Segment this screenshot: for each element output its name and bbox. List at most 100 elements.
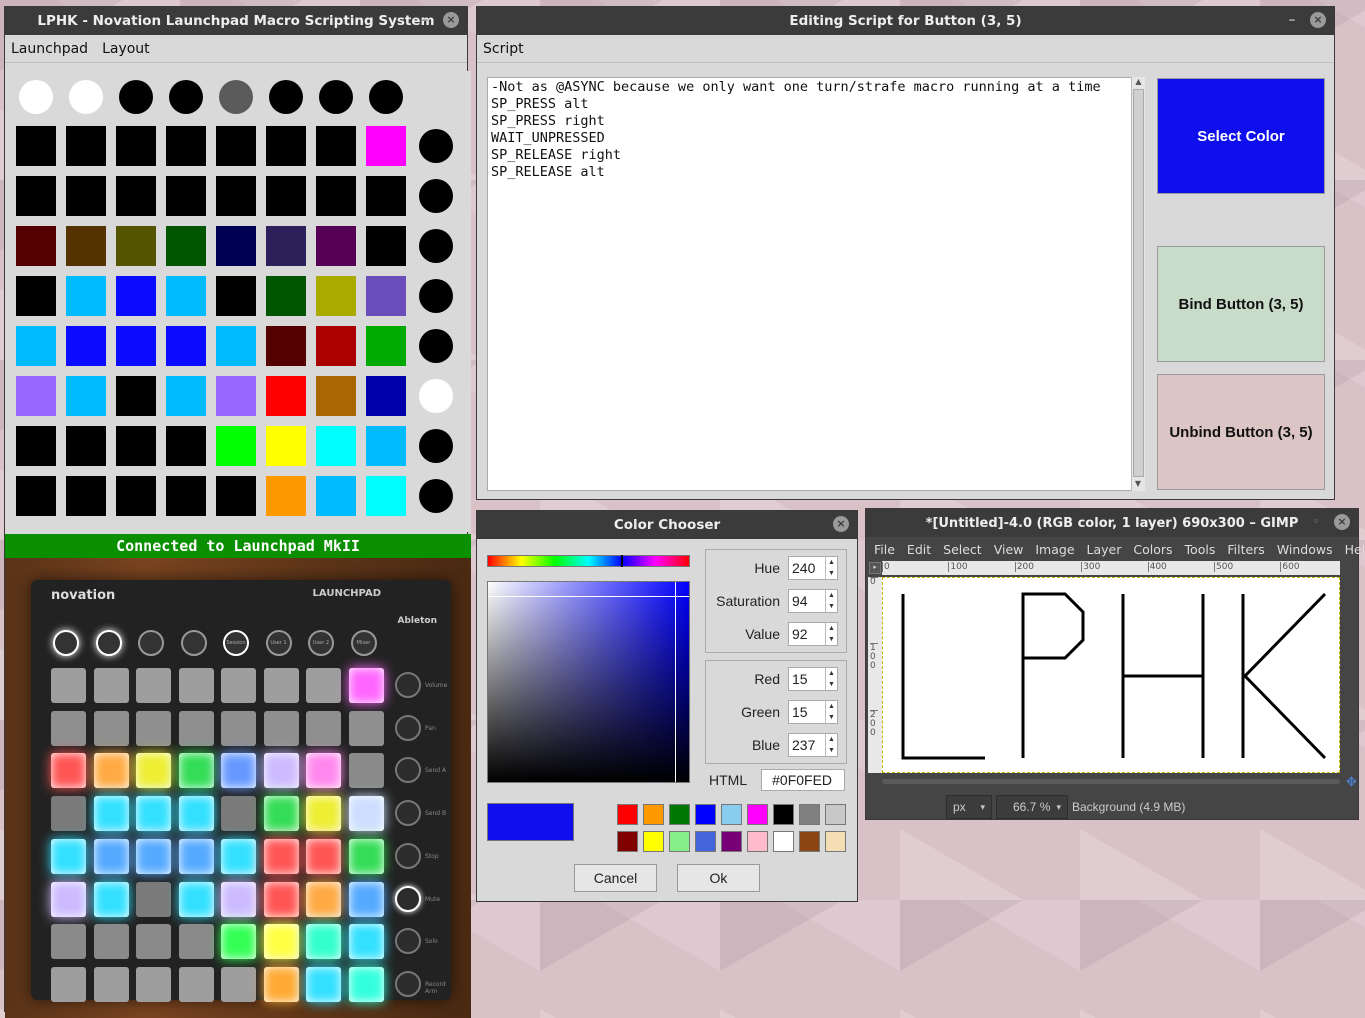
close-icon[interactable]: × — [443, 12, 459, 28]
image-canvas[interactable] — [882, 577, 1340, 773]
grid-button-6-4[interactable] — [316, 326, 356, 366]
grid-button-1-5[interactable] — [66, 376, 106, 416]
grid-button-6-2[interactable] — [316, 226, 356, 266]
grid-button-1-6[interactable] — [66, 426, 106, 466]
grid-button-2-2[interactable] — [116, 226, 156, 266]
spin-arrows-icon[interactable]: ▲ ▼ — [825, 623, 837, 645]
top-button-6[interactable] — [319, 80, 353, 114]
grid-button-5-7[interactable] — [266, 476, 306, 516]
grid-button-6-5[interactable] — [316, 376, 356, 416]
hue-spinbox[interactable]: 240 ▲ ▼ — [788, 556, 838, 580]
side-button-6[interactable] — [419, 429, 453, 463]
grid-button-6-1[interactable] — [316, 176, 356, 216]
color-swatch[interactable] — [773, 804, 794, 825]
side-button-7[interactable] — [419, 479, 453, 513]
grid-button-0-1[interactable] — [16, 176, 56, 216]
grid-button-1-4[interactable] — [66, 326, 106, 366]
color-swatch[interactable] — [825, 804, 846, 825]
color-swatch[interactable] — [825, 831, 846, 852]
grid-button-3-7[interactable] — [166, 476, 206, 516]
scroll-down-arrow-icon[interactable]: ▼ — [1132, 479, 1144, 491]
green-value[interactable]: 15 — [792, 704, 808, 720]
top-button-2[interactable] — [119, 80, 153, 114]
grid-button-6-7[interactable] — [316, 476, 356, 516]
color-swatch[interactable] — [721, 804, 742, 825]
side-button-2[interactable] — [419, 229, 453, 263]
html-input[interactable]: #0F0FED — [761, 769, 846, 791]
grid-button-2-7[interactable] — [116, 476, 156, 516]
gimp-menu-select[interactable]: Select — [943, 542, 982, 557]
color-swatch[interactable] — [669, 804, 690, 825]
top-button-5[interactable] — [269, 80, 303, 114]
editor-titlebar[interactable]: Editing Script for Button (3, 5) – × — [477, 7, 1334, 35]
unit-select[interactable]: px ▾ — [946, 795, 992, 819]
minimize-icon[interactable]: – — [1284, 12, 1300, 28]
blue-value[interactable]: 237 — [792, 737, 815, 753]
grid-button-2-6[interactable] — [116, 426, 156, 466]
grid-button-0-6[interactable] — [16, 426, 56, 466]
saturation-value[interactable]: 94 — [792, 593, 808, 609]
grid-button-3-2[interactable] — [166, 226, 206, 266]
spin-arrows-icon[interactable]: ▲ ▼ — [825, 734, 837, 756]
side-button-0[interactable] — [419, 129, 453, 163]
gimp-menu-view[interactable]: View — [994, 542, 1024, 557]
grid-button-7-4[interactable] — [366, 326, 406, 366]
color-swatch[interactable] — [695, 831, 716, 852]
unbind-button[interactable]: Unbind Button (3, 5) — [1157, 374, 1325, 490]
gimp-menu-image[interactable]: Image — [1035, 542, 1074, 557]
color-swatch[interactable] — [799, 804, 820, 825]
gimp-menu-windows[interactable]: Windows — [1277, 542, 1333, 557]
cancel-button[interactable]: Cancel — [574, 864, 657, 892]
top-button-3[interactable] — [169, 80, 203, 114]
grid-button-5-2[interactable] — [266, 226, 306, 266]
red-value[interactable]: 15 — [792, 671, 808, 687]
color-swatch[interactable] — [721, 831, 742, 852]
grid-button-0-4[interactable] — [16, 326, 56, 366]
grid-button-0-5[interactable] — [16, 376, 56, 416]
script-scrollbar[interactable]: ▲ ▼ — [1131, 77, 1145, 491]
side-button-1[interactable] — [419, 179, 453, 213]
grid-button-7-7[interactable] — [366, 476, 406, 516]
grid-button-4-4[interactable] — [216, 326, 256, 366]
grid-button-4-2[interactable] — [216, 226, 256, 266]
grid-button-4-6[interactable] — [216, 426, 256, 466]
gimp-menu-help[interactable]: Help — [1345, 542, 1365, 557]
grid-button-4-1[interactable] — [216, 176, 256, 216]
red-spinbox[interactable]: 15 ▲ ▼ — [788, 667, 838, 691]
color-swatch[interactable] — [643, 831, 664, 852]
top-button-1[interactable] — [69, 80, 103, 114]
grid-button-4-5[interactable] — [216, 376, 256, 416]
select-color-button[interactable]: Select Color — [1157, 78, 1325, 194]
top-button-0[interactable] — [19, 80, 53, 114]
zoom-select[interactable]: 66.7 % ▾ — [996, 795, 1068, 819]
grid-button-3-3[interactable] — [166, 276, 206, 316]
grid-button-2-5[interactable] — [116, 376, 156, 416]
grid-button-3-5[interactable] — [166, 376, 206, 416]
grid-button-6-6[interactable] — [316, 426, 356, 466]
grid-button-0-2[interactable] — [16, 226, 56, 266]
color-swatch[interactable] — [617, 804, 638, 825]
grid-button-5-1[interactable] — [266, 176, 306, 216]
gimp-menu-colors[interactable]: Colors — [1133, 542, 1172, 557]
grid-button-1-1[interactable] — [66, 176, 106, 216]
vertical-ruler[interactable]: 0 100 200 — [868, 577, 882, 773]
side-button-4[interactable] — [419, 329, 453, 363]
horizontal-scrollbar[interactable] — [882, 779, 1340, 784]
grid-button-7-1[interactable] — [366, 176, 406, 216]
minimize-icon[interactable]: – — [417, 12, 433, 28]
grid-button-2-1[interactable] — [116, 176, 156, 216]
scroll-up-arrow-icon[interactable]: ▲ — [1132, 77, 1145, 89]
horizontal-ruler[interactable]: 0 100 200 300 400 500 600 — [882, 561, 1340, 575]
value-spinbox[interactable]: 92 ▲ ▼ — [788, 622, 838, 646]
script-textarea[interactable]: -Not as @ASYNC because we only want one … — [487, 77, 1143, 491]
menu-launchpad[interactable]: Launchpad — [11, 41, 88, 57]
color-swatch[interactable] — [695, 804, 716, 825]
grid-button-0-3[interactable] — [16, 276, 56, 316]
close-icon[interactable]: × — [833, 516, 849, 532]
grid-button-0-7[interactable] — [16, 476, 56, 516]
chooser-titlebar[interactable]: Color Chooser × — [477, 511, 857, 539]
spin-arrows-icon[interactable]: ▲ ▼ — [825, 701, 837, 723]
hue-marker[interactable] — [621, 555, 623, 567]
grid-button-4-7[interactable] — [216, 476, 256, 516]
color-swatch[interactable] — [669, 831, 690, 852]
